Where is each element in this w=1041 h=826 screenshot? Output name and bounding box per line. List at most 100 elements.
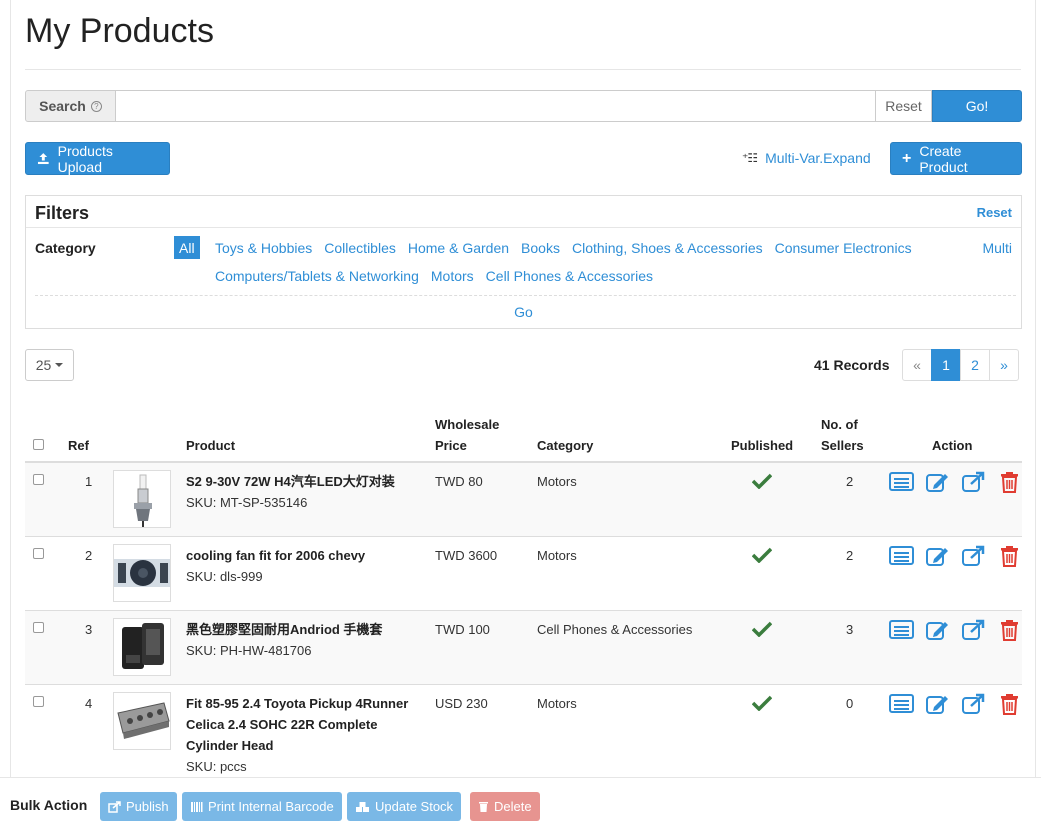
pager-page-1[interactable]: 1 [931, 349, 961, 381]
open-external-icon[interactable] [961, 693, 986, 715]
product-name[interactable]: 黑色塑膠堅固耐用Andriod 手機套 [186, 622, 382, 637]
row-actions [889, 619, 1022, 641]
select-all-checkbox[interactable] [33, 439, 44, 450]
category-label: Category [35, 240, 96, 256]
products-table: Ref Product Wholesale Price Category Pub… [25, 405, 1022, 805]
list-view-icon[interactable] [889, 693, 914, 715]
search-reset-button[interactable]: Reset [876, 90, 932, 122]
row-actions [889, 545, 1022, 567]
cooling-fan-image [114, 559, 170, 587]
product-name[interactable]: cooling fan fit for 2006 chevy [186, 548, 365, 563]
barcode-icon [191, 801, 203, 812]
page-title: My Products [25, 12, 214, 50]
category-multi-link[interactable]: Multi [982, 240, 1012, 256]
product-info: cooling fan fit for 2006 chevy SKU: dls-… [186, 545, 421, 587]
published-check-icon [752, 547, 772, 563]
products-upload-button[interactable]: Products Upload [25, 142, 170, 175]
page-container: My Products Search ? Reset Go! Products … [10, 0, 1036, 826]
pager-next[interactable]: » [989, 349, 1019, 381]
trash-icon[interactable] [997, 619, 1022, 641]
product-info: Fit 85-95 2.4 Toyota Pickup 4Runner Celi… [186, 693, 421, 777]
category-link[interactable]: Clothing, Shoes & Accessories [572, 240, 763, 256]
search-go-button[interactable]: Go! [932, 90, 1022, 122]
trash-icon[interactable] [997, 693, 1022, 715]
records-count: 41 Records [814, 357, 890, 373]
row-ref: 3 [85, 622, 93, 637]
category-link[interactable]: Collectibles [324, 240, 396, 256]
question-circle-icon[interactable]: ? [90, 100, 102, 112]
edit-icon[interactable] [925, 619, 950, 641]
page-size-dropdown[interactable]: 25 [25, 349, 74, 381]
edit-icon[interactable] [925, 471, 950, 493]
category-link[interactable]: Motors [431, 268, 474, 284]
row-price: USD 230 [435, 696, 488, 711]
published-check-icon [752, 695, 772, 711]
filters-reset-link[interactable]: Reset [977, 205, 1012, 220]
product-thumbnail[interactable] [113, 470, 171, 528]
bulk-print-barcode-button[interactable]: Print Internal Barcode [182, 792, 342, 821]
product-sku: SKU: pccs [186, 759, 247, 774]
pager-page-2[interactable]: 2 [960, 349, 990, 381]
create-product-button[interactable]: + Create Product [890, 142, 1022, 175]
product-info: S2 9-30V 72W H4汽车LED大灯对装 SKU: MT-SP-5351… [186, 471, 421, 513]
bulk-publish-button[interactable]: Publish [100, 792, 177, 821]
row-checkbox[interactable] [33, 696, 44, 707]
product-name[interactable]: S2 9-30V 72W H4汽车LED大灯对装 [186, 474, 395, 489]
row-sellers: 0 [846, 696, 854, 711]
category-link[interactable]: Computers/Tablets & Networking [215, 268, 419, 284]
list-view-icon[interactable] [889, 471, 914, 493]
caret-down-icon [55, 363, 64, 367]
row-checkbox[interactable] [33, 622, 44, 633]
cubes-icon [356, 801, 369, 812]
filters-dashed-divider [35, 295, 1016, 296]
category-all-chip[interactable]: All [174, 236, 200, 259]
header-product: Product [186, 438, 236, 453]
open-external-icon[interactable] [961, 545, 986, 567]
category-link[interactable]: Books [521, 240, 560, 256]
open-external-icon[interactable] [961, 471, 986, 493]
table-row: 1 S2 9-30V 72W H4汽车LED大灯对装 SKU: MT-SP-53… [25, 463, 1022, 537]
row-sellers: 2 [846, 474, 854, 489]
list-view-icon[interactable] [889, 545, 914, 567]
product-sku: SKU: dls-999 [186, 569, 263, 584]
search-label: Search ? [25, 90, 116, 122]
bulk-action-bar: Bulk Action Publish Print Internal Barco… [0, 777, 1041, 826]
category-row-2: Computers/Tablets & Networking Motors Ce… [215, 268, 653, 284]
upload-icon [37, 153, 49, 165]
external-link-icon [108, 800, 121, 813]
multi-var-expand-link[interactable]: ⁺☷ Multi-Var.Expand [742, 150, 871, 166]
title-divider [25, 69, 1021, 70]
phone-case-image [122, 623, 164, 669]
product-thumbnail[interactable] [113, 692, 171, 750]
open-external-icon[interactable] [961, 619, 986, 641]
filters-divider [26, 227, 1021, 228]
row-ref: 4 [85, 696, 93, 711]
list-view-icon[interactable] [889, 619, 914, 641]
product-name[interactable]: Fit 85-95 2.4 Toyota Pickup 4Runner Celi… [186, 696, 408, 753]
bulk-update-stock-button[interactable]: Update Stock [347, 792, 462, 821]
category-link[interactable]: Cell Phones & Accessories [486, 268, 653, 284]
product-sku: SKU: PH-HW-481706 [186, 643, 312, 658]
edit-icon[interactable] [925, 693, 950, 715]
product-thumbnail[interactable] [113, 618, 171, 676]
row-category: Motors [537, 548, 577, 563]
product-thumbnail[interactable] [113, 544, 171, 602]
row-ref: 1 [85, 474, 93, 489]
trash-icon[interactable] [997, 545, 1022, 567]
category-link[interactable]: Toys & Hobbies [215, 240, 312, 256]
edit-icon[interactable] [925, 545, 950, 567]
product-sku: SKU: MT-SP-535146 [186, 495, 308, 510]
category-link[interactable]: Consumer Electronics [775, 240, 912, 256]
header-category: Category [537, 438, 594, 453]
row-price: TWD 80 [435, 474, 483, 489]
filters-title: Filters [35, 203, 90, 223]
pager-prev[interactable]: « [902, 349, 932, 381]
bulk-delete-button[interactable]: Delete [470, 792, 540, 821]
trash-icon[interactable] [997, 471, 1022, 493]
search-input[interactable] [116, 90, 876, 122]
published-check-icon [752, 621, 772, 637]
category-link[interactable]: Home & Garden [408, 240, 509, 256]
row-checkbox[interactable] [33, 474, 44, 485]
row-checkbox[interactable] [33, 548, 44, 559]
filters-go-link[interactable]: Go [26, 304, 1021, 320]
